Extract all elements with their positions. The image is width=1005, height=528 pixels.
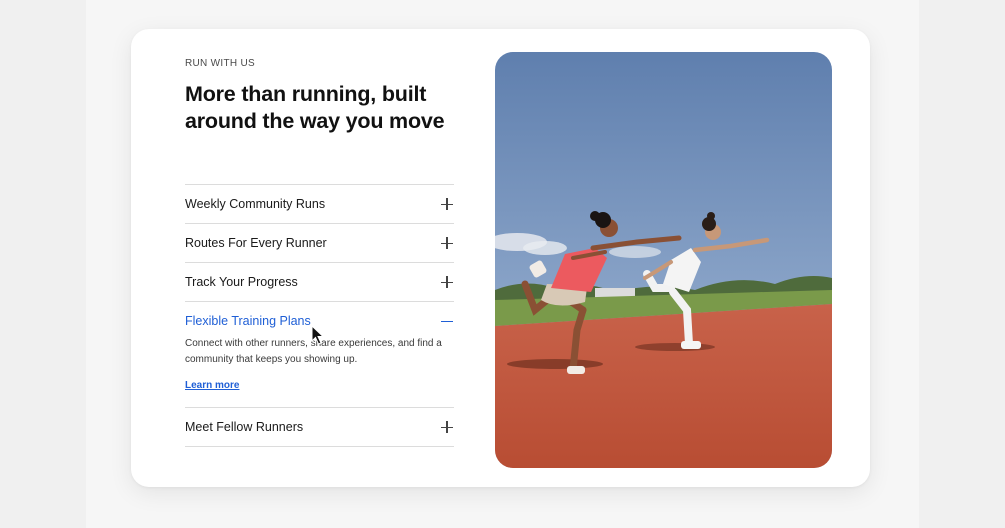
plus-icon[interactable] [441, 421, 453, 433]
accordion-title: Meet Fellow Runners [185, 420, 304, 434]
accordion-header[interactable]: Routes For Every Runner [185, 224, 454, 262]
accordion-header[interactable]: Weekly Community Runs [185, 185, 454, 223]
learn-more-link[interactable]: Learn more [185, 380, 239, 391]
section-heading: More than running, built around the way … [185, 82, 445, 133]
accordion-item-weekly-community-runs: Weekly Community Runs [185, 185, 454, 224]
mouse-pointer-icon [311, 325, 325, 345]
minus-icon[interactable] [441, 315, 453, 327]
accordion-item-meet-fellow-runners: Meet Fellow Runners [185, 408, 454, 447]
accordion-item-track-your-progress: Track Your Progress [185, 263, 454, 302]
plus-icon[interactable] [441, 198, 453, 210]
plus-icon[interactable] [441, 276, 453, 288]
section-eyebrow: RUN WITH US [185, 58, 255, 69]
feature-card: RUN WITH US More than running, built aro… [131, 29, 870, 487]
accordion-title: Weekly Community Runs [185, 197, 326, 211]
accordion-title: Track Your Progress [185, 275, 298, 289]
accordion-header[interactable]: Track Your Progress [185, 263, 454, 301]
accordion-header[interactable]: Meet Fellow Runners [185, 408, 454, 446]
features-accordion: Weekly Community Runs Routes For Every R… [185, 184, 454, 447]
accordion-title: Routes For Every Runner [185, 236, 327, 250]
accordion-panel: Connect with other runners, share experi… [185, 336, 454, 407]
accordion-item-routes-for-every-runner: Routes For Every Runner [185, 224, 454, 263]
plus-icon[interactable] [441, 237, 453, 249]
runners-photo [495, 52, 832, 468]
accordion-item-flexible-training-plans: Flexible Training Plans Connect with oth… [185, 302, 454, 408]
accordion-title: Flexible Training Plans [185, 314, 311, 328]
